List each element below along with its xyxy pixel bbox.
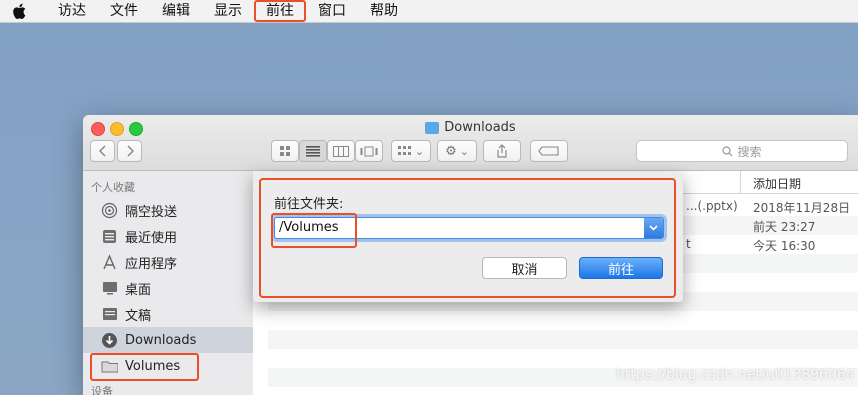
search-icon [722, 145, 733, 156]
apple-icon[interactable] [12, 2, 30, 20]
forward-button[interactable] [117, 140, 142, 162]
sidebar-item-label: Downloads [125, 332, 197, 348]
sidebar-section-devices: 设备 [91, 385, 113, 395]
back-button[interactable] [90, 140, 115, 162]
applications-icon [101, 253, 118, 271]
path-dropdown-button[interactable] [644, 218, 663, 238]
menu-go[interactable]: 前往 [254, 0, 306, 22]
column-date-added[interactable]: 添加日期 [753, 175, 801, 192]
icon-view-button[interactable] [271, 140, 299, 162]
list-icon [306, 145, 320, 157]
sidebar-item-desktop[interactable]: 桌面 [83, 275, 253, 301]
airdrop-icon [101, 202, 118, 219]
sidebar-item-label: 最近使用 [125, 230, 178, 246]
columns-icon [333, 145, 349, 157]
window-title-text: Downloads [444, 120, 516, 135]
menu-finder[interactable]: 访达 [46, 0, 98, 22]
group-button[interactable]: ⌄ [391, 140, 431, 162]
menu-window[interactable]: 窗口 [306, 0, 358, 22]
go-button[interactable]: 前往 [579, 257, 663, 279]
menu-view[interactable]: 显示 [202, 0, 254, 22]
gallery-icon [360, 146, 378, 156]
chevron-down-icon [649, 225, 658, 231]
volumes-highlight-box [90, 353, 199, 381]
sidebar-item-label: 隔空投送 [125, 204, 178, 220]
sidebar-item-airdrop[interactable]: 隔空投送 [83, 197, 253, 223]
empty-row [268, 311, 858, 330]
action-button[interactable]: ⚙ ⌄ [437, 140, 477, 162]
menu-bar: 访达 文件 编辑 显示 前往 窗口 帮助 [0, 0, 858, 23]
file-date: 前天 23:27 [753, 220, 816, 234]
menu-file[interactable]: 文件 [98, 0, 150, 22]
tag-icon [538, 146, 559, 156]
menu-help[interactable]: 帮助 [358, 0, 410, 22]
menu-edit[interactable]: 编辑 [150, 0, 202, 22]
group-grid-icon [397, 146, 411, 155]
share-button[interactable] [483, 140, 521, 162]
column-view-button[interactable] [327, 140, 355, 162]
empty-row [268, 330, 858, 349]
search-field[interactable]: 搜索 [636, 140, 848, 162]
file-name-suffix: t [686, 237, 691, 251]
sidebar-item-label: 应用程序 [125, 256, 178, 272]
sidebar-item-documents[interactable]: 文稿 [83, 301, 253, 327]
path-highlight-box [271, 213, 357, 248]
sidebar-item-label: 桌面 [125, 282, 152, 298]
window-title: Downloads [83, 120, 858, 135]
cancel-button[interactable]: 取消 [482, 257, 567, 279]
chevron-down-icon: ⌄ [414, 144, 425, 158]
sidebar-item-label: 文稿 [125, 308, 152, 324]
list-view-button[interactable] [299, 140, 327, 162]
sidebar-item-recents[interactable]: 最近使用 [83, 223, 253, 249]
chevron-down-icon: ⌄ [459, 144, 469, 158]
go-to-folder-label: 前往文件夹: [274, 197, 344, 212]
sidebar-item-applications[interactable]: 应用程序 [83, 249, 253, 275]
downloads-folder-icon [425, 121, 440, 134]
gallery-view-button[interactable] [355, 140, 383, 162]
sidebar-item-downloads[interactable]: Downloads [83, 327, 253, 353]
file-date: 今天 16:30 [753, 239, 816, 253]
column-divider [740, 171, 741, 193]
documents-icon [101, 306, 118, 323]
desktop-icon [101, 280, 118, 297]
file-name-suffix: ...(.pptx) [686, 199, 738, 213]
tags-button[interactable] [530, 140, 568, 162]
chevron-left-icon [98, 145, 106, 157]
watermark-text: https://blog.csdn.net/u013896064 [616, 367, 855, 383]
gear-icon: ⚙ [445, 143, 457, 159]
empty-row [268, 349, 858, 368]
title-bar: Downloads ⌄ ⚙ ⌄ 搜索 [83, 115, 858, 171]
search-placeholder: 搜索 [737, 144, 762, 159]
downloads-icon [101, 332, 118, 349]
grid-icon [280, 146, 290, 156]
sidebar-section-favorites: 个人收藏 [91, 181, 135, 194]
chevron-right-icon [126, 145, 134, 157]
share-icon [497, 144, 507, 158]
recents-icon [101, 228, 118, 245]
